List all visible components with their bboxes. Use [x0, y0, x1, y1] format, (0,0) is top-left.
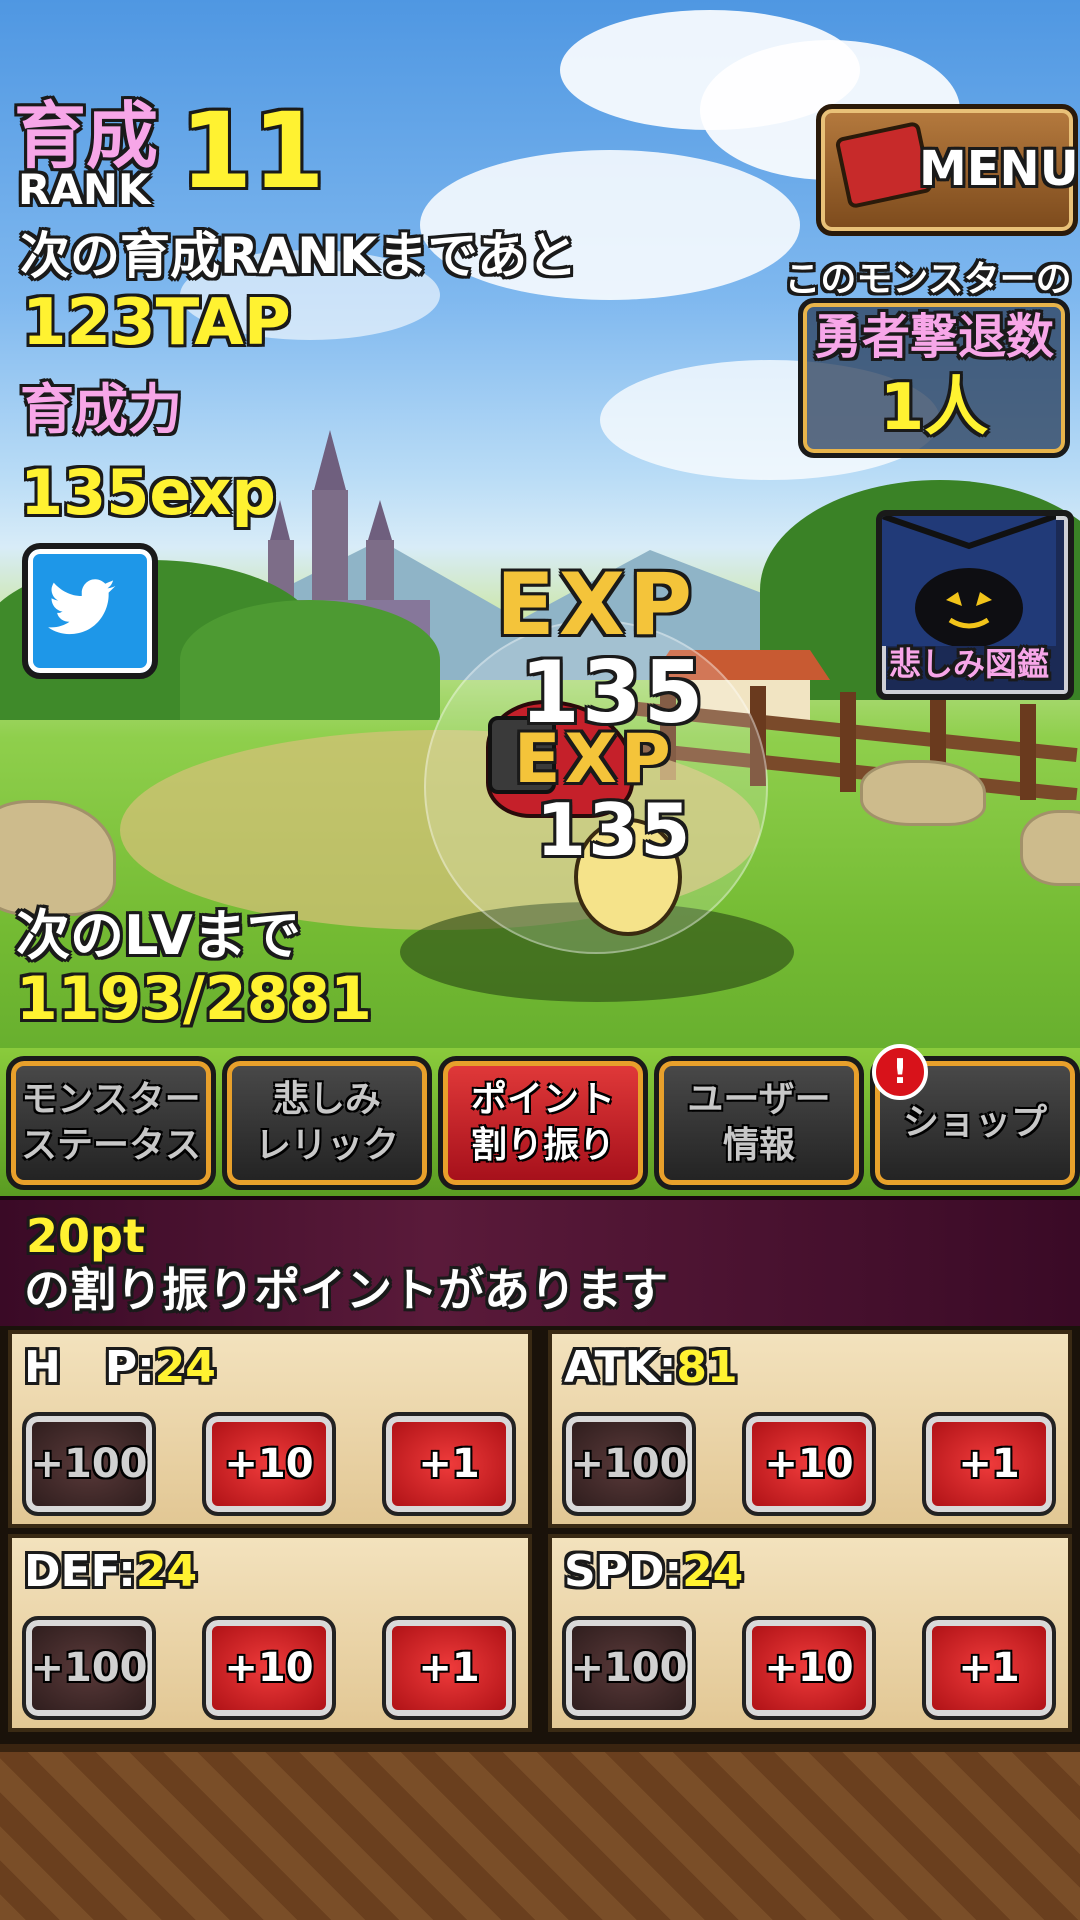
stat-card-atk: ATK:81 +100 +10 +1 — [548, 1330, 1072, 1528]
stat-value: 24 — [682, 1546, 744, 1597]
stat-label: H P:24 — [24, 1340, 216, 1396]
stat-value: 24 — [135, 1546, 198, 1597]
button-label: +10 — [224, 1441, 314, 1487]
tab-label: 悲しみ レリック — [254, 1079, 399, 1166]
game-screen: 育成 RANK 11 次の育成RANKまであと 123TAP 育成力 135ex… — [0, 0, 1080, 1920]
spd-plus-1-button[interactable]: +1 — [922, 1616, 1056, 1720]
rank-title: 育成 — [14, 94, 159, 178]
trees — [180, 600, 440, 720]
power-label: 育成力 — [20, 378, 182, 441]
hp-plus-10-button[interactable]: +10 — [202, 1412, 336, 1516]
def-plus-100-button[interactable]: +100 — [22, 1616, 156, 1720]
kill-counter-title: 勇者撃退数 — [813, 309, 1054, 365]
def-plus-1-button[interactable]: +1 — [382, 1616, 516, 1720]
tab-sorrow-relic[interactable]: 悲しみ レリック — [222, 1056, 432, 1190]
exp-popup-label: EXP — [496, 555, 697, 655]
menu-label: MENU — [919, 141, 1079, 197]
tab-label: モンスター ステータス — [20, 1079, 201, 1166]
tab-label: ユーザー 情報 — [687, 1079, 831, 1166]
notice-message: の割り振りポイントがあります — [24, 1263, 668, 1317]
exp-popup-value: 135 — [536, 788, 693, 872]
hp-plus-1-button[interactable]: +1 — [382, 1412, 516, 1516]
tab-label: ショップ — [902, 1102, 1047, 1143]
menu-button[interactable]: MENU — [816, 104, 1079, 236]
kill-counter-panel: 勇者撃退数 1人 — [798, 298, 1070, 458]
rank-subtitle: RANK — [18, 165, 151, 214]
alert-icon: ! — [872, 1044, 928, 1100]
spd-plus-10-button[interactable]: +10 — [742, 1616, 876, 1720]
stat-label: ATK:81 — [564, 1340, 738, 1396]
rock — [860, 760, 986, 826]
next-level-value: 1193/2881 — [16, 964, 372, 1034]
button-label: +10 — [764, 1441, 854, 1487]
button-label: +100 — [570, 1441, 688, 1487]
twitter-icon — [48, 579, 116, 635]
stat-name: DEF: — [24, 1546, 136, 1597]
next-rank-label: 次の育成RANKまであと — [20, 227, 578, 285]
tab-point-allocation[interactable]: ポイント 割り振り — [438, 1056, 648, 1190]
kill-counter-header: このモンスターの — [784, 259, 1072, 300]
stat-card-hp: H P:24 +100 +10 +1 — [8, 1330, 532, 1528]
button-label: +1 — [958, 1441, 1020, 1487]
rock — [0, 800, 116, 916]
tab-label: ポイント 割り振り — [470, 1079, 615, 1166]
pumpkin-ghost-icon — [882, 516, 1056, 646]
kill-counter-value: 1人 — [879, 371, 989, 445]
button-label: +1 — [958, 1645, 1020, 1691]
stat-value: 81 — [676, 1342, 738, 1393]
sorrow-book-label: 悲しみ図鑑 — [888, 645, 1049, 683]
exp-popup-label: EXP — [514, 720, 675, 799]
atk-plus-1-button[interactable]: +1 — [922, 1412, 1056, 1516]
stat-name: SPD: — [564, 1546, 683, 1597]
stat-label: DEF:24 — [24, 1544, 197, 1600]
sorrow-book-button[interactable]: 悲しみ図鑑 — [876, 510, 1074, 700]
button-label: +100 — [570, 1645, 688, 1691]
next-rank-value: 123TAP — [22, 286, 291, 360]
button-label: +1 — [418, 1645, 480, 1691]
rank-value: 11 — [180, 90, 325, 212]
def-plus-10-button[interactable]: +10 — [202, 1616, 336, 1720]
twitter-share-button[interactable] — [22, 543, 158, 679]
stat-value: 24 — [154, 1342, 216, 1393]
button-label: +100 — [30, 1441, 148, 1487]
tab-user-info[interactable]: ユーザー 情報 — [654, 1056, 864, 1190]
button-label: +10 — [224, 1645, 314, 1691]
stat-name: H P: — [24, 1342, 155, 1393]
stat-card-def: DEF:24 +100 +10 +1 — [8, 1534, 532, 1732]
atk-plus-100-button[interactable]: +100 — [562, 1412, 696, 1516]
spd-plus-100-button[interactable]: +100 — [562, 1616, 696, 1720]
stat-label: SPD:24 — [564, 1544, 743, 1600]
points-available: 20pt — [26, 1209, 145, 1263]
stat-name: ATK: — [564, 1342, 677, 1393]
stat-allocation-panel: H P:24 +100 +10 +1 ATK:81 +100 +10 +1 DE… — [0, 1326, 1080, 1744]
button-label: +100 — [30, 1645, 148, 1691]
atk-plus-10-button[interactable]: +10 — [742, 1412, 876, 1516]
power-value: 135exp — [20, 456, 276, 529]
hp-plus-100-button[interactable]: +100 — [22, 1412, 156, 1516]
decorative-footer — [0, 1744, 1080, 1920]
button-label: +1 — [418, 1441, 480, 1487]
rock — [1020, 810, 1080, 886]
tab-monster-status[interactable]: モンスター ステータス — [6, 1056, 216, 1190]
next-level-label: 次のLVまで — [16, 904, 301, 967]
stat-card-spd: SPD:24 +100 +10 +1 — [548, 1534, 1072, 1732]
button-label: +10 — [764, 1645, 854, 1691]
allocation-notice: 20pt の割り振りポイントがあります — [0, 1196, 1080, 1332]
